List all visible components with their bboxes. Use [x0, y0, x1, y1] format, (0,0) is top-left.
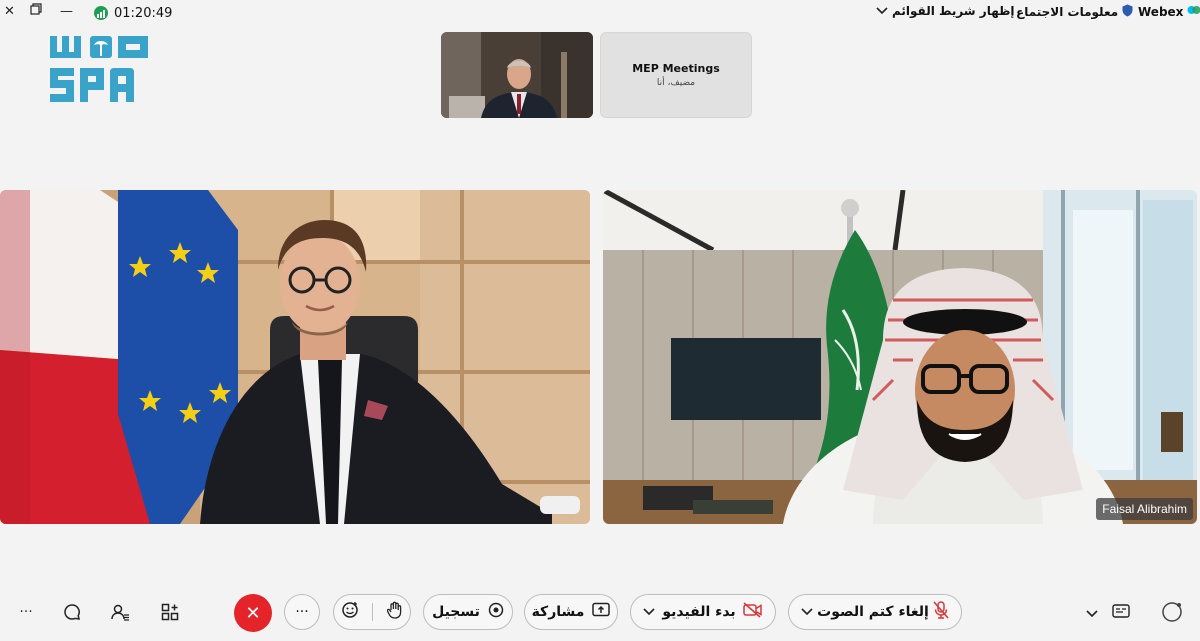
audio-options-chevron-icon[interactable]: [801, 604, 813, 620]
show-menu-bar-toggle[interactable]: إظهار شريط القوائم: [876, 4, 1015, 18]
participants-icon[interactable]: [108, 600, 132, 624]
minimize-icon[interactable]: —: [60, 4, 73, 19]
video-off-icon: [743, 602, 763, 622]
host-card-title: MEP Meetings: [632, 62, 720, 75]
record-button[interactable]: تسجيل: [423, 594, 513, 630]
end-call-button[interactable]: ✕: [234, 594, 272, 632]
shield-icon: [1122, 4, 1133, 20]
ai-assistant-icon[interactable]: [1160, 600, 1184, 624]
top-bar: ✕ — 01:20:49 إظهار شريط القوائم معلومات …: [0, 0, 1200, 28]
meeting-info-label: معلومات الاجتماع: [1016, 5, 1119, 19]
network-signal-icon: [94, 6, 108, 20]
participant-video-tile-right[interactable]: Faisal Alibrahim: [603, 190, 1197, 524]
app-name-label: Webex: [1138, 4, 1184, 19]
reactions-raise-hand-group: [333, 594, 411, 630]
chevron-down-icon: [1086, 603, 1098, 622]
chat-icon[interactable]: [60, 600, 84, 624]
meeting-timer: 01:20:49: [94, 4, 172, 22]
meeting-info-button[interactable]: معلومات الاجتماع: [1016, 4, 1133, 20]
more-dots-icon[interactable]: ···: [14, 600, 38, 624]
show-menu-bar-label: إظهار شريط القوائم: [892, 4, 1015, 18]
share-label: مشاركة: [531, 604, 585, 620]
timer-text: 01:20:49: [114, 5, 173, 21]
participant-thumbnail-video[interactable]: [441, 32, 593, 118]
webex-logo-icon: [1187, 4, 1200, 19]
restore-window-icon[interactable]: [30, 3, 42, 19]
start-video-button[interactable]: بدء الفيديو: [630, 594, 776, 630]
share-button[interactable]: مشاركة: [524, 594, 618, 630]
chevron-down-icon: [876, 4, 888, 18]
microphone-muted-icon: [933, 601, 949, 623]
reaction-emoji-icon[interactable]: [341, 601, 359, 623]
share-screen-icon: [592, 602, 611, 622]
unmute-label: إلغاء كتم الصوت: [817, 604, 929, 620]
unmute-button[interactable]: إلغاء كتم الصوت: [788, 594, 962, 630]
video-options-chevron-icon[interactable]: [643, 604, 655, 620]
captions-button[interactable]: [1086, 600, 1130, 624]
host-card-subtitle: مضيف، أنا: [656, 78, 696, 88]
host-thumbnail-card[interactable]: MEP Meetings مضيف، أنا: [600, 32, 752, 118]
app-name: Webex: [1138, 4, 1200, 19]
raise-hand-icon[interactable]: [386, 601, 403, 623]
meeting-controls-bar: ··· ✕ ··· تسجيل مشاركة بدء الفيديو إلغاء…: [0, 588, 1200, 638]
participant-video-tile-left[interactable]: [0, 190, 590, 524]
participant-video-feed: [603, 190, 1197, 524]
more-options-button[interactable]: ···: [284, 594, 320, 630]
record-label: تسجيل: [432, 604, 480, 620]
divider: [372, 603, 374, 621]
closed-captions-icon: [1112, 603, 1130, 622]
close-icon[interactable]: ✕: [4, 4, 15, 19]
record-icon: [488, 602, 504, 622]
spa-logo: [48, 34, 152, 106]
participant-thumbnail-image: [441, 32, 593, 118]
participant-video-feed: [0, 190, 590, 524]
participant-name-label: Faisal Alibrahim: [1096, 498, 1193, 520]
more-options-label: ···: [295, 604, 309, 620]
start-video-label: بدء الفيديو: [662, 604, 736, 620]
close-x-icon: ✕: [245, 602, 261, 624]
apps-icon[interactable]: [158, 600, 182, 624]
